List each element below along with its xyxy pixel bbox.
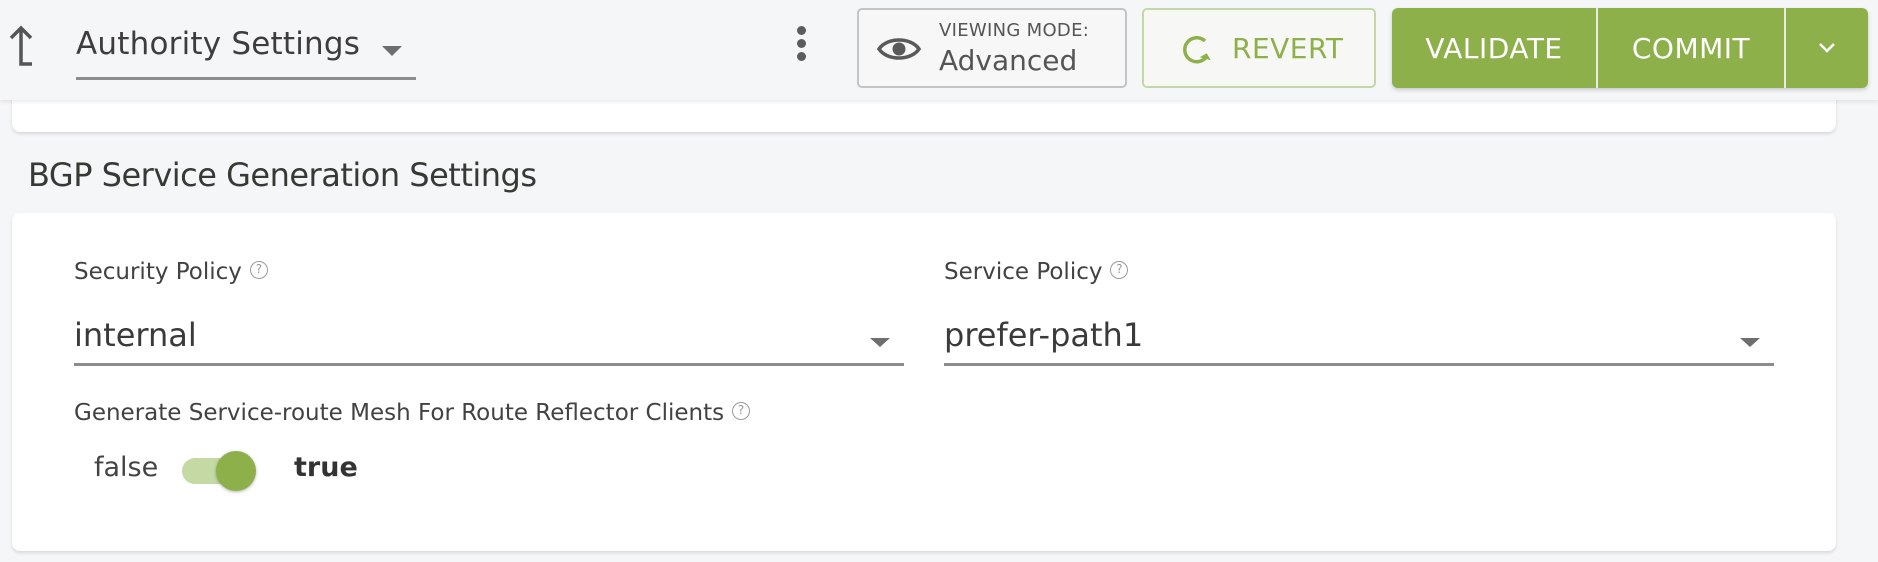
help-icon[interactable]: ? [249, 261, 268, 279]
mesh-toggle-label-text: Generate Service-route Mesh For Route Re… [74, 400, 725, 426]
service-policy-label: Service Policy? [944, 259, 1129, 285]
revert-label: REVERT [1232, 32, 1344, 65]
caret-down-icon [1740, 338, 1760, 347]
caret-down-icon [870, 338, 890, 347]
page-title: Authority Settings [76, 26, 361, 62]
navigate-up-icon[interactable] [6, 24, 36, 70]
bgp-settings-card [12, 213, 1836, 551]
eye-icon [877, 38, 921, 60]
viewing-mode-label: VIEWING MODE: [939, 20, 1090, 41]
caret-down-icon [382, 46, 402, 56]
mesh-toggle-switch[interactable] [182, 451, 256, 491]
toggle-true-label: true [294, 452, 358, 483]
security-policy-label: Security Policy? [74, 259, 268, 285]
help-icon[interactable]: ? [1110, 261, 1129, 279]
service-policy-label-text: Service Policy [944, 259, 1103, 285]
chevron-down-icon [1819, 43, 1835, 53]
commit-button-group: VALIDATE COMMIT [1392, 8, 1868, 88]
validate-button[interactable]: VALIDATE [1392, 8, 1598, 88]
more-options-icon[interactable] [790, 26, 812, 66]
service-policy-value: prefer-path1 [944, 316, 1144, 354]
revert-button[interactable]: REVERT [1142, 8, 1376, 88]
security-policy-label-text: Security Policy [74, 259, 242, 285]
top-toolbar: Authority Settings VIEWING MODE: Advance… [0, 0, 1878, 100]
refresh-icon [1183, 36, 1211, 64]
authority-settings-dropdown[interactable]: Authority Settings [76, 22, 416, 80]
mesh-toggle-label: Generate Service-route Mesh For Route Re… [74, 400, 751, 426]
viewing-mode-button[interactable]: VIEWING MODE: Advanced [857, 8, 1127, 88]
security-policy-select[interactable]: internal [74, 310, 904, 366]
commit-button[interactable]: COMMIT [1598, 8, 1786, 88]
help-icon[interactable]: ? [732, 402, 751, 420]
commit-options-dropdown[interactable] [1786, 8, 1868, 88]
viewing-mode-value: Advanced [939, 44, 1078, 77]
service-policy-select[interactable]: prefer-path1 [944, 310, 1774, 366]
section-title: BGP Service Generation Settings [28, 156, 537, 194]
toggle-thumb[interactable] [216, 451, 256, 491]
security-policy-value: internal [74, 316, 197, 354]
toggle-false-label: false [94, 452, 159, 483]
